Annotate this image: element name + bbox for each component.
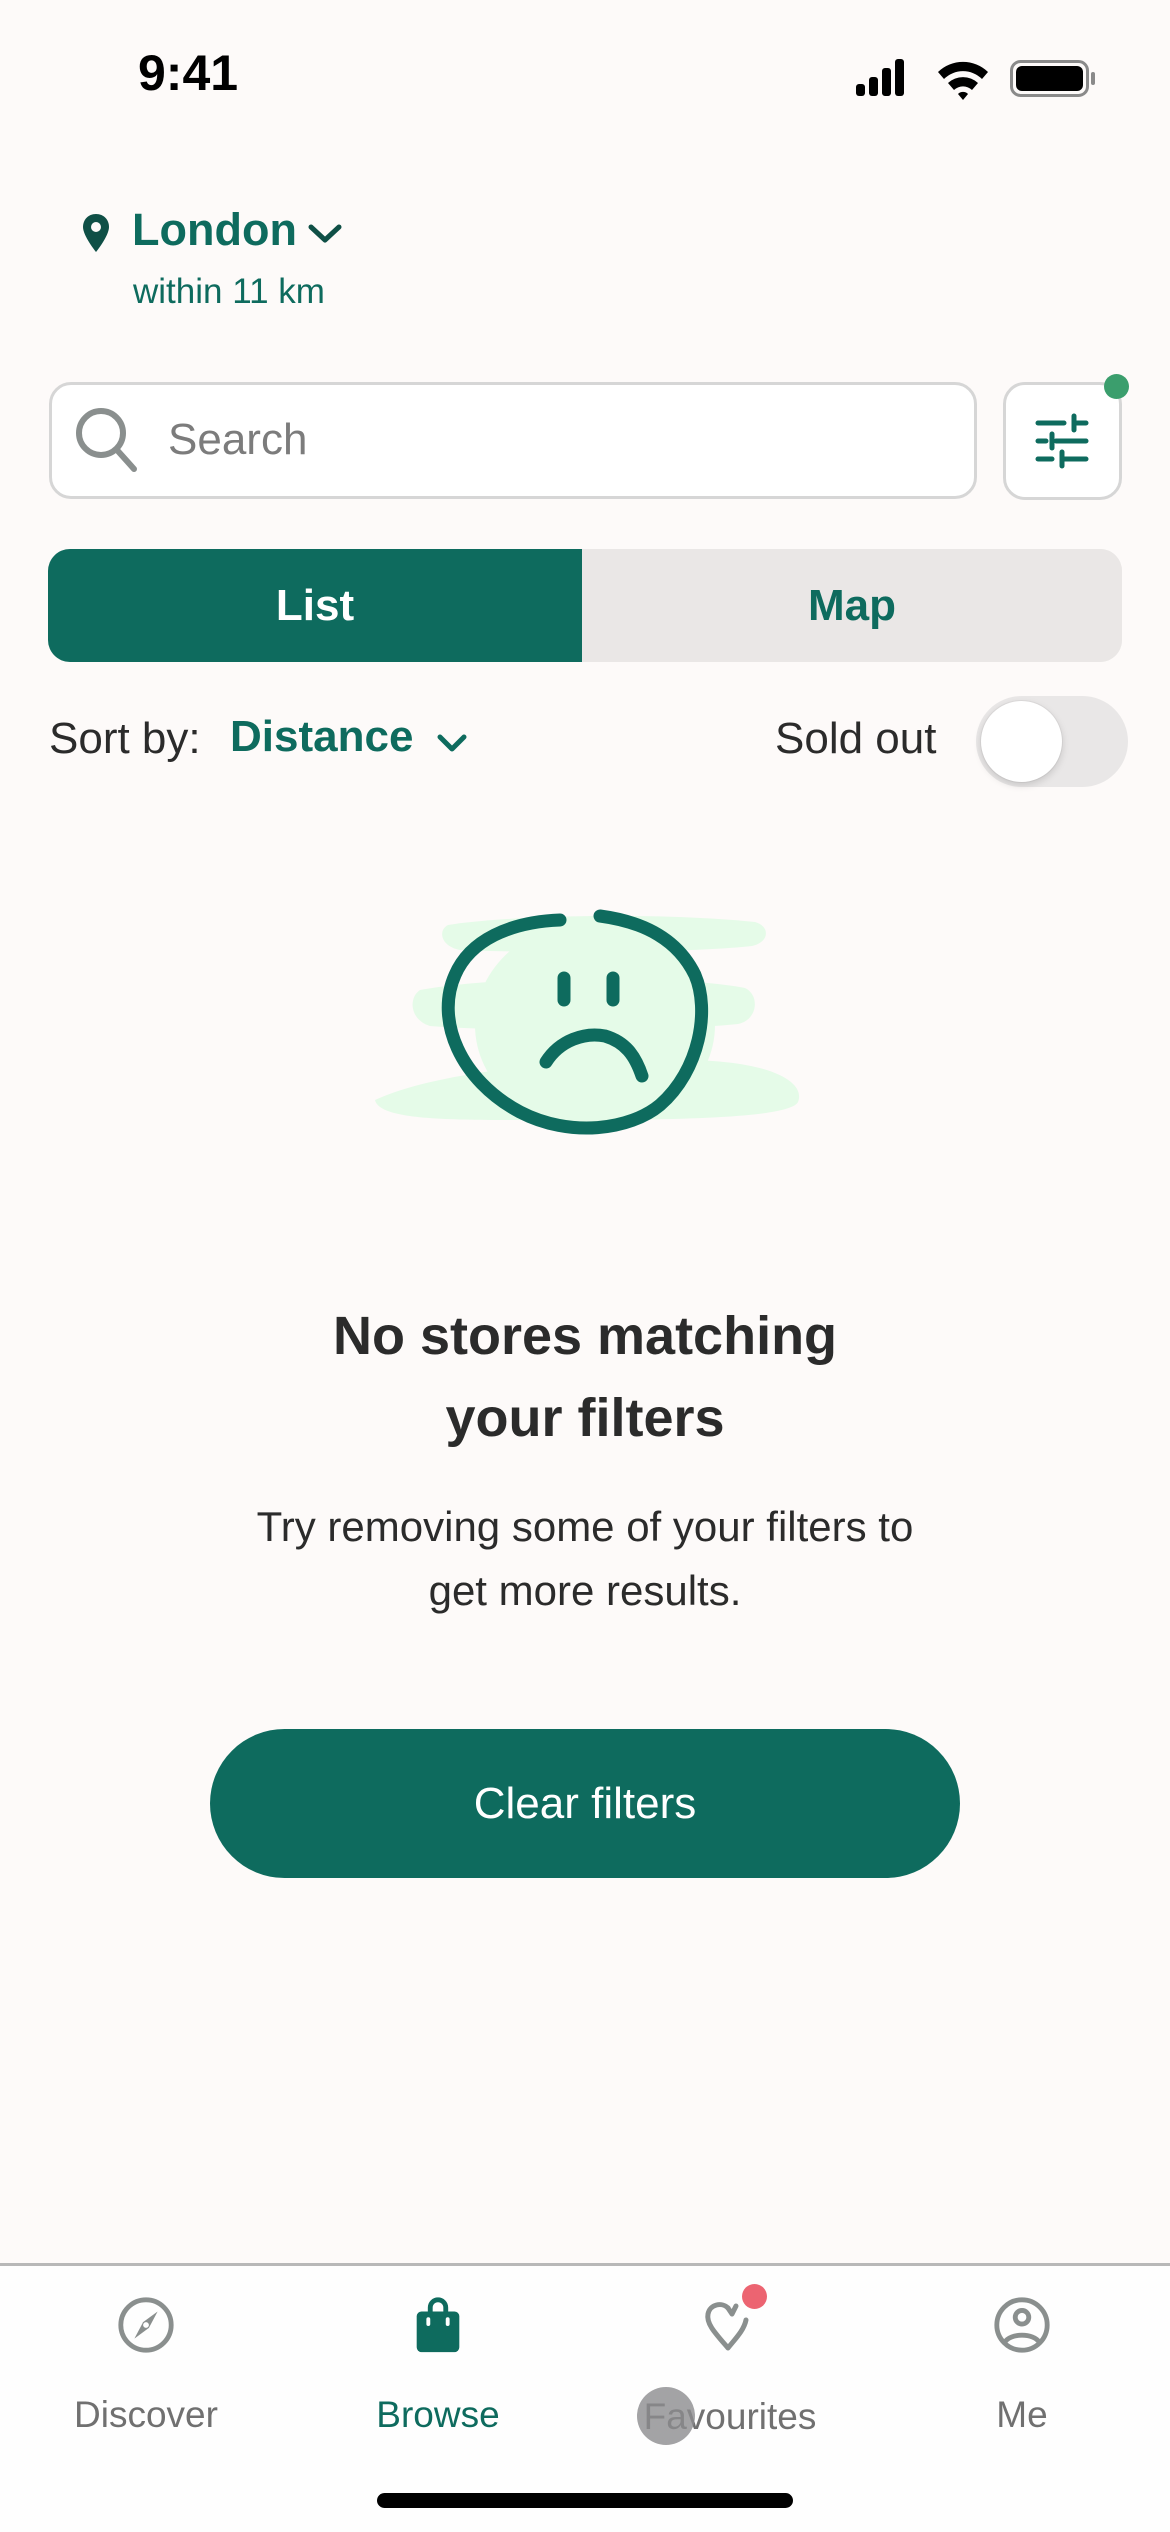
empty-state-description-line1: Try removing some of your filters to (256, 1503, 914, 1550)
touch-indicator (637, 2387, 695, 2445)
tab-label: Discover (74, 2394, 218, 2435)
sad-face-icon (375, 909, 800, 1135)
search-input[interactable] (168, 405, 948, 475)
tab-label: Browse (376, 2394, 500, 2435)
heart-icon-wrapper (698, 2284, 767, 2358)
empty-state-description-line2: get more results. (428, 1567, 742, 1614)
location-city[interactable]: London (132, 204, 297, 256)
cellular-signal-icon (856, 59, 904, 96)
sort-label: Sort by: (49, 714, 201, 763)
wifi-icon (938, 61, 988, 100)
chevron-down-icon[interactable] (436, 733, 468, 755)
empty-state-title: No stores matching your filters (185, 1295, 985, 1459)
compass-icon (118, 2297, 174, 2353)
location-radius[interactable]: within 11 km (133, 272, 325, 312)
clear-filters-button[interactable]: Clear filters (210, 1729, 960, 1878)
tab-discover[interactable]: Discover (0, 2286, 292, 2436)
home-indicator[interactable] (377, 2493, 793, 2508)
status-time: 9:41 (138, 45, 239, 101)
empty-state-title-line1: No stores matching (332, 1306, 838, 1366)
tab-list[interactable]: List (48, 549, 582, 662)
tab-map[interactable]: Map (582, 549, 1122, 662)
user-circle-icon (994, 2297, 1050, 2353)
sold-out-toggle[interactable] (976, 696, 1128, 787)
tab-me[interactable]: Me (876, 2286, 1168, 2436)
tab-label: Me (996, 2394, 1048, 2435)
sliders-icon[interactable] (1034, 413, 1090, 469)
tab-bar: Discover Browse Favourites Me (0, 2263, 1170, 2532)
filter-active-indicator (1104, 374, 1129, 399)
sort-dropdown[interactable]: Distance (230, 712, 413, 762)
battery-icon (1010, 60, 1095, 97)
empty-state-description: Try removing some of your filters to get… (185, 1495, 985, 1623)
toggle-knob (981, 701, 1062, 782)
empty-state-title-line2: your filters (445, 1388, 725, 1448)
tab-favourites[interactable]: Favourites (584, 2284, 876, 2437)
chevron-down-icon[interactable] (307, 222, 343, 246)
status-icons (856, 59, 1095, 100)
search-icon (76, 408, 137, 472)
map-pin-icon[interactable] (80, 212, 112, 254)
illustration-background (375, 915, 800, 1130)
sold-out-label: Sold out (775, 714, 937, 763)
favourites-badge (742, 2284, 767, 2309)
view-toggle: List Map (48, 549, 1122, 662)
shopping-bag-icon (416, 2297, 460, 2353)
tab-browse[interactable]: Browse (292, 2286, 584, 2436)
